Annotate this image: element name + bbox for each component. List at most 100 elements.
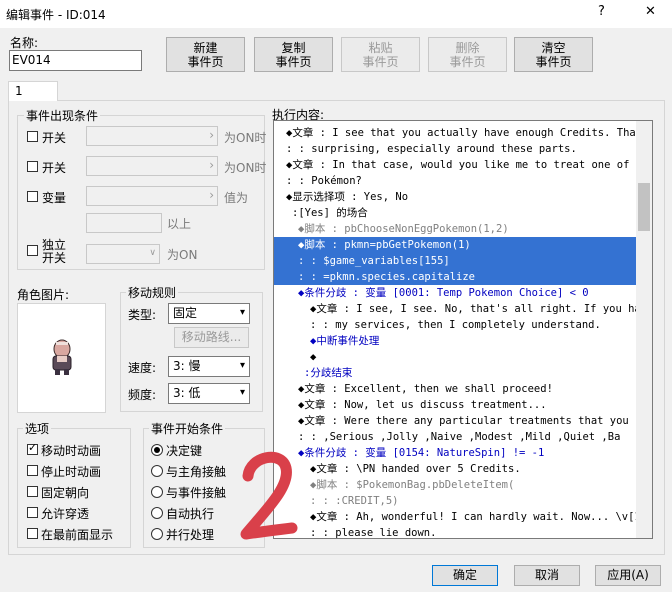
command-line[interactable]: ◆中断事件处理 [274, 333, 636, 349]
move-route-button[interactable]: 移动路线... [174, 327, 249, 348]
command-line[interactable]: ◆文章 : Were there any particular treatmen… [274, 413, 636, 429]
option-checkbox[interactable] [27, 528, 38, 539]
selfswitch-select[interactable]: ∨ [86, 244, 160, 264]
trigger-radio[interactable] [151, 486, 163, 498]
name-field[interactable]: EV014 [9, 50, 142, 71]
chevron-right-icon: › [209, 188, 214, 202]
command-line[interactable]: : : :CREDIT,5) [274, 493, 636, 509]
option-checkbox[interactable] [27, 486, 38, 497]
selfswitch-label-line1: 独立 [42, 238, 67, 252]
command-text: : : my services, then I completely under… [310, 319, 601, 331]
variable-label: 变量 [42, 191, 67, 205]
command-line[interactable]: ◆脚本 : $PokemonBag.pbDeleteItem( [274, 477, 636, 493]
freq-select[interactable]: 3: 低 ▾ [168, 383, 250, 404]
title-bar: 编辑事件 - ID:014 ? ✕ [0, 0, 672, 28]
variable-field[interactable]: › [86, 186, 218, 206]
switch1-checkbox[interactable] [27, 131, 38, 142]
annotation-stroke [240, 451, 298, 540]
command-line[interactable]: ◆文章 : Excellent, then we shall proceed! [274, 381, 636, 397]
command-line[interactable]: ◆脚本 : pkmn=pbGetPokemon(1) [274, 237, 636, 253]
option-label: 允许穿透 [41, 507, 90, 521]
switch1-field[interactable]: › [86, 126, 218, 146]
command-line[interactable]: ◆文章 : Now, let us discuss treatment... [274, 397, 636, 413]
command-text: : : please lie down. [310, 527, 437, 539]
command-line[interactable]: :[Yes] 的场合 [274, 205, 636, 221]
switch1-label: 开关 [42, 131, 67, 145]
apply-button[interactable]: 应用(A) [595, 565, 661, 586]
speed-select[interactable]: 3: 慢 ▾ [168, 356, 250, 377]
chevron-right-icon: › [209, 128, 214, 142]
option-checkbox[interactable]: ✓ [27, 441, 38, 455]
scrollbar-thumb[interactable] [638, 183, 650, 231]
toolbar-button-3[interactable]: 删除 事件页 [428, 37, 507, 72]
switch2-checkbox[interactable] [27, 161, 38, 172]
name-label: 名称: [10, 36, 39, 50]
switch2-suffix: 为ON时 [224, 161, 267, 175]
command-list[interactable]: ◆文章 : I see that you actually have enoug… [273, 120, 653, 539]
option-checkbox[interactable] [27, 465, 38, 476]
command-line[interactable]: ◆条件分歧 : 变量 [0001: Temp Pokemon Choice] <… [274, 285, 636, 301]
radio-dot-icon [154, 447, 160, 453]
command-text: ◆文章 : \PN handed over 5 Credits. [310, 463, 521, 475]
option-checkbox[interactable] [27, 507, 38, 518]
command-line[interactable]: ◆文章 : I see, I see. No, that's all right… [274, 301, 636, 317]
command-line[interactable]: ◆脚本 : pbChooseNonEggPokemon(1,2) [274, 221, 636, 237]
toolbar-button-1[interactable]: 复制 事件页 [254, 37, 333, 72]
freq-value: 3: 低 [173, 386, 201, 400]
trigger-radio[interactable] [151, 507, 163, 519]
command-line[interactable]: ◆文章 : I see that you actually have enoug… [274, 125, 636, 141]
ok-button[interactable]: 确定 [432, 565, 498, 586]
variable-value-field[interactable] [86, 213, 162, 233]
graphic-preview[interactable] [17, 303, 106, 413]
speed-value: 3: 慢 [173, 359, 201, 373]
command-line[interactable]: : : ,Serious ,Jolly ,Naive ,Modest ,Mild… [274, 429, 636, 445]
command-line[interactable]: : : surprising, especially around these … [274, 141, 636, 157]
trigger-label: 与主角接触 [166, 465, 227, 479]
trigger-radio[interactable] [151, 444, 163, 456]
command-line[interactable]: ◆文章 : In that case, would you like me to… [274, 157, 636, 173]
trigger-label: 决定键 [166, 444, 203, 458]
chevron-down-icon: ▾ [239, 307, 245, 318]
command-text: ◆文章 : In that case, would you like me to… [286, 159, 636, 171]
command-text: ◆文章 : I see that you actually have enoug… [286, 127, 636, 139]
command-line[interactable]: ◆文章 : Ah, wonderful! I can hardly wait. … [274, 509, 636, 525]
command-text: :分歧结束 [304, 367, 353, 379]
close-icon[interactable]: ✕ [645, 4, 656, 19]
command-line[interactable]: ◆条件分歧 : 变量 [0154: NatureSpin] != -1 [274, 445, 636, 461]
movement-type-select[interactable]: 固定 ▾ [168, 303, 250, 324]
toolbar-button-line2: 事件页 [187, 55, 224, 69]
toolbar-button-0[interactable]: 新建 事件页 [166, 37, 245, 72]
command-line[interactable]: ◆显示选择项 : Yes, No [274, 189, 636, 205]
variable-checkbox[interactable] [27, 191, 38, 202]
command-line[interactable]: : : please lie down. [274, 525, 636, 539]
chevron-down-icon: ▾ [239, 360, 245, 371]
chevron-down-icon: ∨ [149, 248, 156, 258]
command-line[interactable]: :分歧结束 [274, 365, 636, 381]
command-line[interactable]: : : Pokémon? [274, 173, 636, 189]
command-line[interactable]: : : =pkmn.species.capitalize [274, 269, 636, 285]
toolbar-button-4[interactable]: 清空 事件页 [514, 37, 593, 72]
command-scrollbar[interactable] [636, 121, 652, 538]
command-text: ◆中断事件处理 [310, 335, 380, 347]
event-editor-window: 编辑事件 - ID:014 ? ✕ 名称: EV014 新建 事件页 复制 事件页 粘贴… [0, 0, 672, 592]
character-sprite-icon [52, 339, 72, 375]
help-icon[interactable]: ? [598, 4, 605, 19]
movement-title: 移动规则 [126, 284, 179, 301]
command-line[interactable]: ◆ [274, 349, 636, 365]
command-text: ◆文章 : Now, let us discuss treatment... [298, 399, 547, 411]
tab-page-1[interactable]: 1 [8, 81, 58, 101]
window-title: 编辑事件 - ID:014 [6, 8, 106, 22]
graphic-title: 角色图片: [17, 288, 70, 302]
command-line[interactable]: ◆文章 : \PN handed over 5 Credits. [274, 461, 636, 477]
check-icon: ✓ [28, 441, 38, 454]
switch2-field[interactable]: › [86, 156, 218, 176]
trigger-radio[interactable] [151, 528, 163, 540]
command-text: ◆脚本 : pkmn=pbGetPokemon(1) [298, 239, 471, 251]
command-text: ◆脚本 : $PokemonBag.pbDeleteItem( [310, 479, 515, 491]
selfswitch-checkbox[interactable] [27, 245, 38, 256]
trigger-radio[interactable] [151, 465, 163, 477]
toolbar-button-2[interactable]: 粘贴 事件页 [341, 37, 420, 72]
command-line[interactable]: : : $game_variables[155] [274, 253, 636, 269]
cancel-button[interactable]: 取消 [514, 565, 580, 586]
command-line[interactable]: : : my services, then I completely under… [274, 317, 636, 333]
